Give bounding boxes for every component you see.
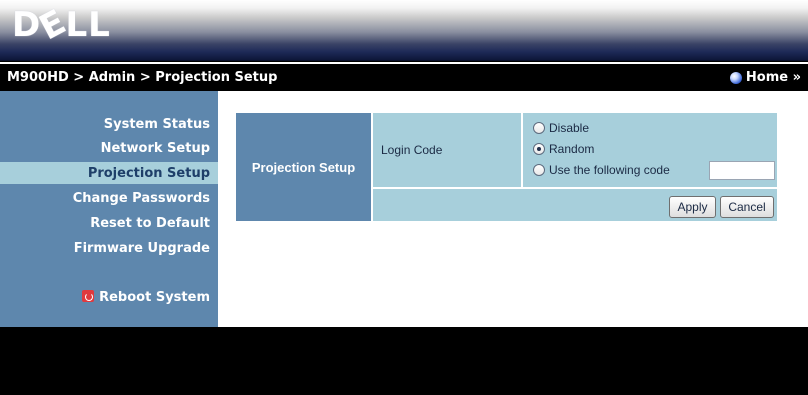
option-disable-label: Disable bbox=[549, 121, 590, 135]
radio-disable[interactable] bbox=[533, 122, 545, 134]
radio-random[interactable] bbox=[533, 143, 545, 155]
option-disable[interactable]: Disable bbox=[533, 121, 589, 135]
home-link[interactable]: Home » bbox=[729, 70, 801, 85]
sidebar-item-network-setup[interactable]: Network Setup bbox=[101, 141, 210, 156]
login-code-label: Login Code bbox=[373, 113, 521, 187]
sidebar: System Status Network Setup Projection S… bbox=[0, 91, 218, 327]
reboot-label: Reboot System bbox=[99, 290, 210, 305]
cancel-button[interactable]: Cancel bbox=[720, 196, 774, 218]
sidebar-item-reboot-system[interactable]: Reboot System bbox=[82, 290, 210, 305]
login-code-options: Disable Random Use the following code bbox=[523, 113, 777, 187]
option-custom-code-label: Use the following code bbox=[549, 163, 670, 177]
sidebar-item-change-passwords[interactable]: Change Passwords bbox=[73, 191, 210, 206]
sidebar-item-reset-to-default[interactable]: Reset to Default bbox=[90, 216, 210, 231]
sidebar-item-system-status[interactable]: System Status bbox=[104, 117, 210, 132]
option-random-label: Random bbox=[549, 142, 595, 156]
breadcrumb: M900HD > Admin > Projection Setup bbox=[7, 70, 278, 85]
action-row: Apply Cancel bbox=[373, 189, 777, 221]
breadcrumb-bar: M900HD > Admin > Projection Setup Home » bbox=[0, 64, 808, 91]
dell-logo: DELL bbox=[12, 2, 111, 49]
power-icon bbox=[82, 290, 95, 302]
footer-bar bbox=[0, 327, 808, 395]
header-banner: DELL bbox=[0, 0, 808, 62]
option-custom-code[interactable]: Use the following code bbox=[533, 163, 670, 177]
sidebar-item-firmware-upgrade[interactable]: Firmware Upgrade bbox=[74, 241, 210, 256]
home-label: Home » bbox=[745, 70, 801, 85]
apply-button[interactable]: Apply bbox=[669, 196, 716, 218]
projection-setup-panel: Projection Setup Login Code Disable Rand… bbox=[236, 113, 777, 221]
section-title: Projection Setup bbox=[236, 113, 371, 221]
code-input[interactable] bbox=[709, 161, 775, 180]
home-icon bbox=[729, 71, 742, 84]
radio-custom-code[interactable] bbox=[533, 164, 545, 176]
logo-suffix: LL bbox=[65, 5, 111, 45]
sidebar-item-projection-setup[interactable]: Projection Setup bbox=[88, 166, 210, 181]
option-random[interactable]: Random bbox=[533, 142, 594, 156]
